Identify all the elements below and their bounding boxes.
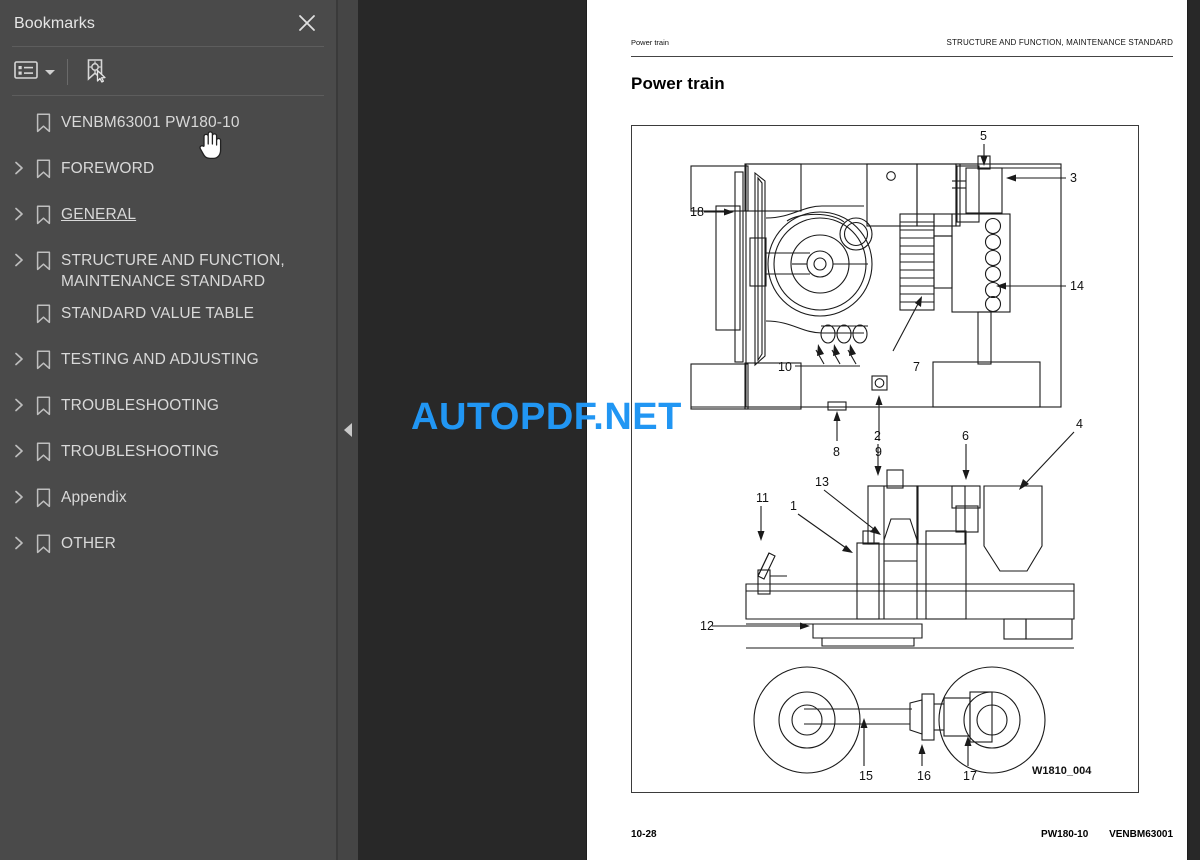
bookmark-tree: VENBM63001 PW180-10 FOREWORD GENERAL STRUCT… bbox=[0, 100, 336, 573]
chevron-right-icon[interactable] bbox=[8, 203, 30, 221]
bookmark-icon bbox=[30, 111, 56, 133]
svg-text:10: 10 bbox=[778, 360, 792, 374]
bookmark-item[interactable]: TESTING AND ADJUSTING bbox=[0, 343, 336, 389]
bookmark-item[interactable]: VENBM63001 PW180-10 bbox=[0, 106, 336, 152]
bookmark-item[interactable]: STRUCTURE AND FUNCTION, MAINTENANCE STAN… bbox=[0, 244, 336, 297]
bookmark-icon bbox=[30, 157, 56, 179]
running-header-right: STRUCTURE AND FUNCTION, MAINTENANCE STAN… bbox=[946, 38, 1173, 47]
svg-text:5: 5 bbox=[980, 129, 987, 143]
header-rule bbox=[631, 56, 1173, 58]
list-options-icon bbox=[14, 60, 38, 85]
bookmark-item-label: GENERAL bbox=[61, 206, 137, 223]
svg-text:15: 15 bbox=[859, 769, 873, 783]
figure-id: W1810_004 bbox=[1032, 765, 1092, 777]
bookmark-item-label: TROUBLESHOOTING bbox=[61, 397, 220, 414]
chevron-right-icon[interactable] bbox=[8, 348, 30, 366]
toolbar-divider-bottom bbox=[12, 95, 324, 96]
footer-model: PW180-10 bbox=[1041, 829, 1089, 840]
bookmark-spacer bbox=[8, 302, 30, 306]
bookmark-item[interactable]: STANDARD VALUE TABLE bbox=[0, 297, 336, 343]
chevron-right-icon[interactable] bbox=[8, 532, 30, 550]
chevron-right-icon[interactable] bbox=[8, 157, 30, 175]
footer-right: PW180-10 VENBM63001 bbox=[1023, 829, 1173, 840]
power-train-figure: 5 3 18 14 7 10 8 9 11 1 13 2 6 4 12 15 1… bbox=[631, 125, 1139, 793]
bookmark-item-label: STRUCTURE AND FUNCTION, MAINTENANCE STAN… bbox=[61, 252, 285, 290]
header-divider bbox=[12, 46, 324, 47]
list-options-button[interactable] bbox=[14, 57, 55, 87]
bookmark-item-label: TESTING AND ADJUSTING bbox=[61, 351, 259, 368]
chevron-down-icon bbox=[45, 69, 55, 75]
close-icon[interactable] bbox=[296, 12, 318, 34]
bookmark-item[interactable]: TROUBLESHOOTING bbox=[0, 435, 336, 481]
bookmark-icon bbox=[30, 302, 56, 324]
bookmark-icon bbox=[30, 394, 56, 416]
bookmark-pointer-icon bbox=[82, 57, 108, 88]
svg-text:14: 14 bbox=[1070, 279, 1084, 293]
footer-code: VENBM63001 bbox=[1109, 829, 1173, 840]
svg-text:16: 16 bbox=[917, 769, 931, 783]
svg-text:17: 17 bbox=[963, 769, 977, 783]
svg-text:4: 4 bbox=[1076, 417, 1083, 431]
bookmark-icon bbox=[30, 203, 56, 225]
find-current-bookmark-button[interactable] bbox=[82, 57, 108, 87]
bookmark-item-label: OTHER bbox=[61, 535, 116, 552]
page-title: Power train bbox=[631, 74, 725, 93]
chevron-right-icon[interactable] bbox=[8, 394, 30, 412]
page-footer: 10-28 PW180-10 VENBM63001 bbox=[631, 829, 1173, 840]
bookmark-item[interactable]: OTHER bbox=[0, 527, 336, 573]
bookmark-item[interactable]: Appendix bbox=[0, 481, 336, 527]
svg-text:1: 1 bbox=[790, 499, 797, 513]
chevron-right-icon[interactable] bbox=[8, 486, 30, 504]
svg-text:13: 13 bbox=[815, 475, 829, 489]
bookmark-icon bbox=[30, 532, 56, 554]
footer-page-number: 10-28 bbox=[631, 829, 657, 840]
power-train-diagram: 5 3 18 14 7 10 8 9 11 1 13 2 6 4 12 15 1… bbox=[690, 129, 1092, 783]
bookmark-item-label: FOREWORD bbox=[61, 160, 155, 177]
bookmarks-toolbar bbox=[0, 48, 336, 96]
pdf-viewer-window: Bookmarks VENBM63001 PW180-10 FOREWORD G… bbox=[0, 0, 1200, 860]
bookmark-icon bbox=[30, 486, 56, 508]
bookmark-item[interactable]: TROUBLESHOOTING bbox=[0, 389, 336, 435]
bookmark-icon bbox=[30, 348, 56, 370]
pdf-viewer-canvas[interactable]: Power train STRUCTURE AND FUNCTION, MAIN… bbox=[358, 0, 1200, 860]
pdf-page: Power train STRUCTURE AND FUNCTION, MAIN… bbox=[587, 0, 1187, 860]
collapse-sidebar-button[interactable] bbox=[338, 0, 358, 860]
bookmark-item[interactable]: FOREWORD bbox=[0, 152, 336, 198]
running-header-left: Power train bbox=[631, 38, 669, 47]
pdf-page-content: Power train STRUCTURE AND FUNCTION, MAIN… bbox=[631, 0, 1173, 860]
chevron-right-icon[interactable] bbox=[8, 440, 30, 458]
bookmarks-panel-header: Bookmarks bbox=[0, 0, 336, 47]
bookmark-icon bbox=[30, 440, 56, 462]
bookmark-item-label: VENBM63001 PW180-10 bbox=[61, 114, 240, 131]
bookmark-item-label: STANDARD VALUE TABLE bbox=[61, 305, 255, 322]
running-header: Power train STRUCTURE AND FUNCTION, MAIN… bbox=[631, 38, 1173, 47]
chevron-left-icon bbox=[344, 423, 352, 437]
svg-text:12: 12 bbox=[700, 619, 714, 633]
svg-text:11: 11 bbox=[756, 491, 769, 505]
svg-text:18: 18 bbox=[690, 205, 704, 219]
svg-text:8: 8 bbox=[833, 445, 840, 459]
svg-text:2: 2 bbox=[874, 429, 881, 443]
toolbar-divider bbox=[67, 59, 68, 85]
bookmarks-panel-title: Bookmarks bbox=[14, 14, 95, 32]
svg-text:6: 6 bbox=[962, 429, 969, 443]
bookmarks-panel: Bookmarks VENBM63001 PW180-10 FOREWORD G… bbox=[0, 0, 336, 860]
chevron-right-icon[interactable] bbox=[8, 249, 30, 267]
bookmark-item-label: TROUBLESHOOTING bbox=[61, 443, 220, 460]
bookmark-item-label: Appendix bbox=[61, 489, 127, 506]
bookmark-spacer bbox=[8, 111, 30, 115]
bookmark-item[interactable]: GENERAL bbox=[0, 198, 336, 244]
svg-text:7: 7 bbox=[913, 360, 920, 374]
svg-text:3: 3 bbox=[1070, 171, 1077, 185]
bookmark-icon bbox=[30, 249, 56, 271]
